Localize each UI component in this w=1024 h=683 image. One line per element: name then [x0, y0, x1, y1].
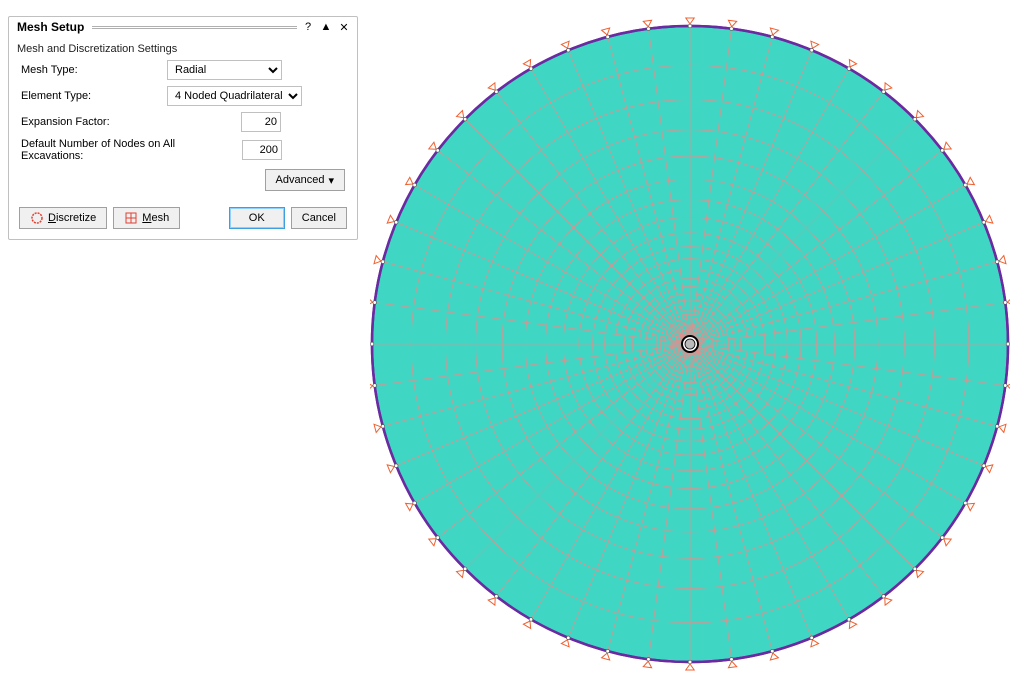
- close-icon[interactable]: ✕: [337, 20, 351, 34]
- mesh-svg: [370, 14, 1010, 674]
- expansion-factor-input[interactable]: [241, 112, 281, 132]
- discretize-text: iscretize: [56, 212, 96, 224]
- discretize-icon: [30, 211, 44, 225]
- titlebar-divider: [92, 26, 297, 29]
- mesh-setup-dialog: Mesh Setup ? ▲ ✕ Mesh and Discretization…: [8, 16, 358, 240]
- mesh-type-label: Mesh Type:: [21, 64, 161, 76]
- dialog-title: Mesh Setup: [17, 20, 84, 34]
- cancel-button[interactable]: Cancel: [291, 207, 347, 229]
- collapse-icon[interactable]: ▲: [319, 20, 333, 34]
- ok-button[interactable]: OK: [229, 207, 285, 229]
- element-type-label: Element Type:: [21, 90, 161, 102]
- mesh-type-select[interactable]: Radial: [167, 60, 282, 80]
- advanced-label: Advanced: [276, 174, 325, 186]
- default-nodes-label: Default Number of Nodes on All Excavatio…: [21, 138, 236, 162]
- mesh-button[interactable]: Mesh: [113, 207, 180, 229]
- mesh-icon: [124, 211, 138, 225]
- default-nodes-input[interactable]: [242, 140, 282, 160]
- discretize-button[interactable]: Discretize: [19, 207, 107, 229]
- element-type-select[interactable]: 4 Noded Quadrilaterals: [167, 86, 302, 106]
- section-label: Mesh and Discretization Settings: [17, 43, 349, 55]
- mesh-text: esh: [151, 212, 169, 224]
- mesh-visualization: [370, 14, 1010, 674]
- advanced-button[interactable]: Advanced ▾: [265, 169, 345, 191]
- chevron-down-icon: ▾: [328, 174, 334, 187]
- dialog-titlebar: Mesh Setup ? ▲ ✕: [9, 17, 357, 37]
- help-icon[interactable]: ?: [301, 20, 315, 34]
- expansion-factor-label: Expansion Factor:: [21, 116, 161, 128]
